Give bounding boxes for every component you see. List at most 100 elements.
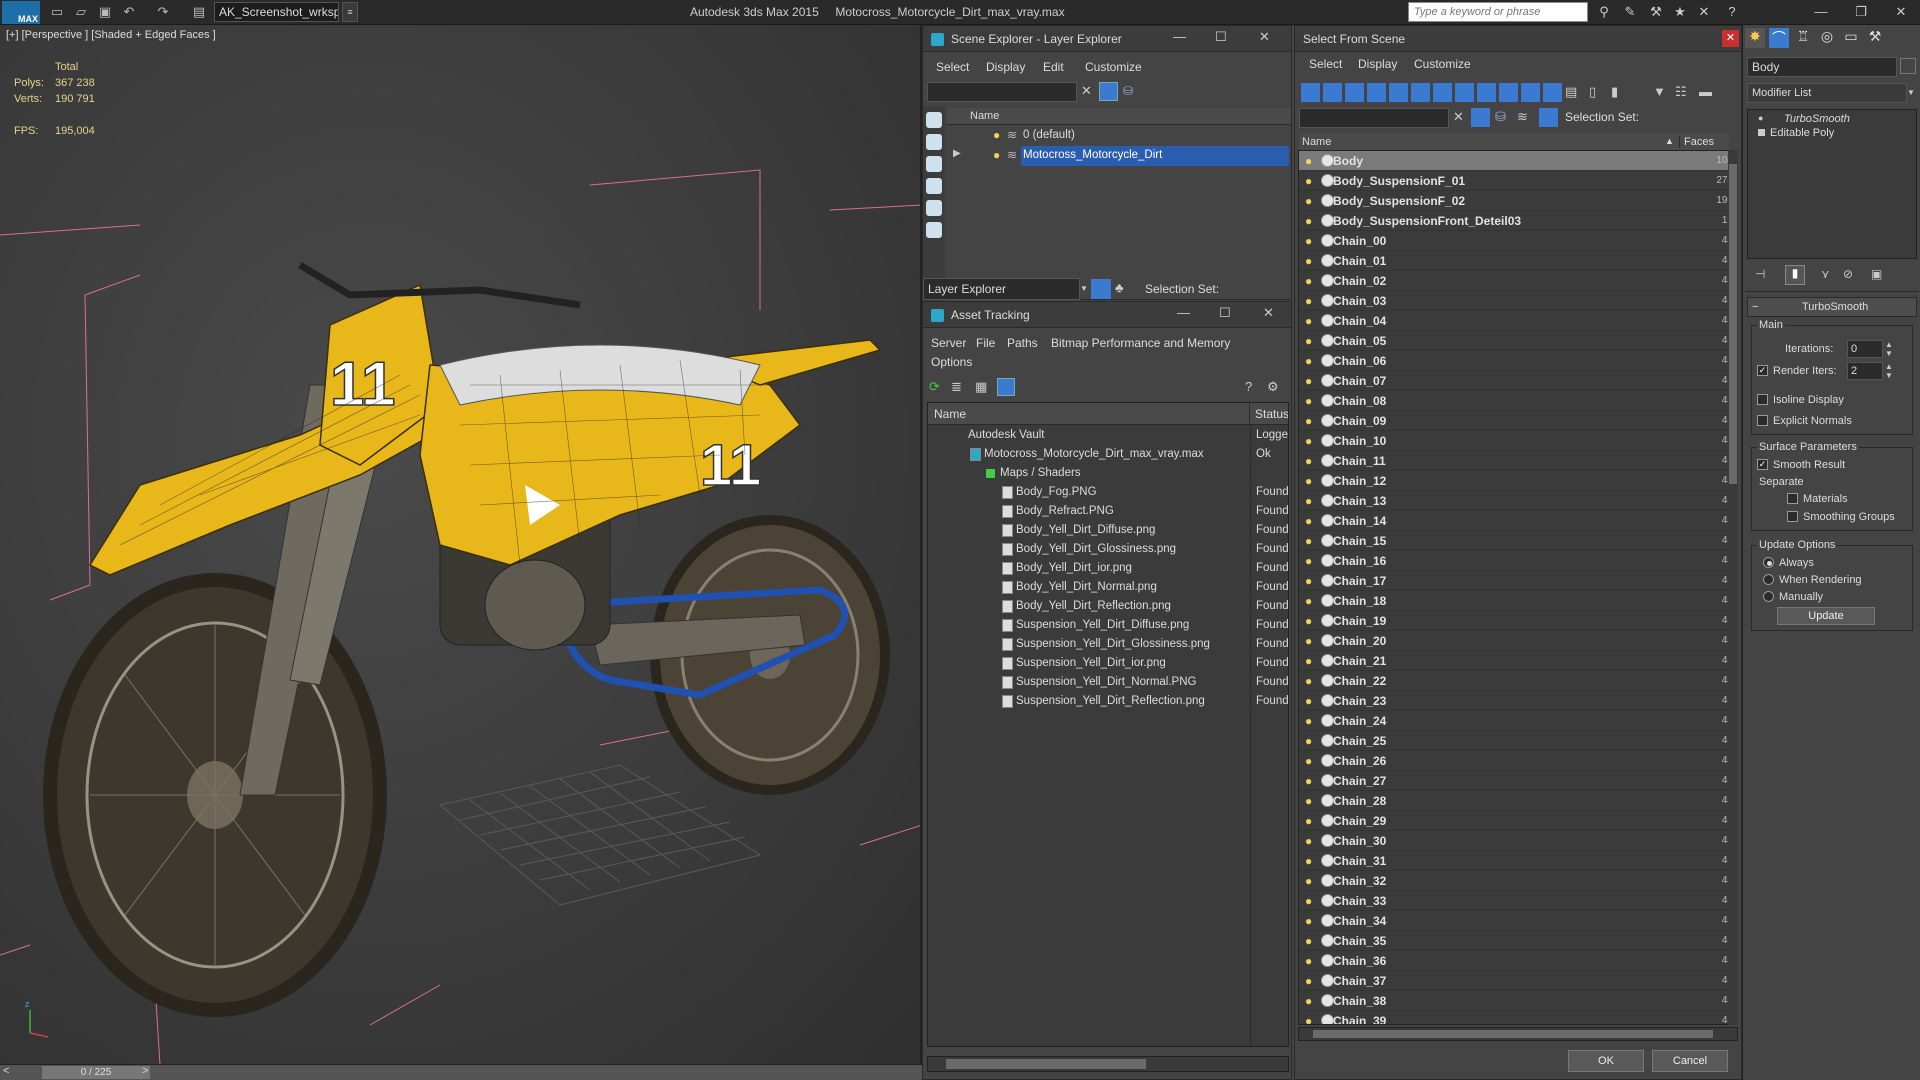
exchange-icon[interactable]: ✕ [1694, 3, 1714, 21]
scene-object-row[interactable]: ● Body_SuspensionF_01 278 [1299, 171, 1737, 191]
asset-row[interactable]: Body_Yell_Dirt_Reflection.png Found [928, 597, 1288, 616]
layer-view-icon[interactable] [1091, 279, 1111, 299]
scene-object-row[interactable]: ●Chain_0145 [1299, 251, 1737, 271]
workspace-select[interactable]: AK_Screenshot_wrksp [214, 2, 339, 22]
scene-object-row[interactable]: ●Chain_1045 [1299, 431, 1737, 451]
object-color-swatch[interactable] [1900, 58, 1916, 74]
display-cameras-icon[interactable] [926, 178, 942, 194]
scene-object-row[interactable]: ●Chain_3445 [1299, 911, 1737, 931]
asset-close-icon[interactable]: ✕ [1263, 305, 1274, 321]
explorer-type-dropdown[interactable]: Layer Explorer [923, 278, 1080, 300]
light-bulb-icon[interactable]: ● [1305, 294, 1312, 308]
light-bulb-icon[interactable]: ● [1305, 474, 1312, 488]
render-iters-spinner[interactable]: 2 [1847, 362, 1883, 380]
asset-row[interactable]: Body_Yell_Dirt_Glossiness.png Found [928, 540, 1288, 559]
asset-row[interactable]: Maps / Shaders [928, 464, 1288, 483]
time-slider[interactable]: < 0 / 225 > [0, 1064, 922, 1080]
asset-row[interactable]: Suspension_Yell_Dirt_Reflection.png Found [928, 692, 1288, 711]
scrollbar-thumb[interactable] [1729, 164, 1737, 484]
filter-icon[interactable] [1099, 82, 1118, 101]
scene-object-row[interactable]: ●Chain_3745 [1299, 971, 1737, 991]
scene-object-row[interactable]: ●Chain_3145 [1299, 851, 1737, 871]
workspace-dropdown-icon[interactable]: ≡ [342, 2, 358, 22]
light-bulb-icon[interactable]: ● [1305, 654, 1312, 668]
display-bones-icon[interactable] [1477, 83, 1496, 102]
light-bulb-icon[interactable]: ● [1305, 754, 1312, 768]
asset-minimize-icon[interactable]: — [1177, 305, 1190, 320]
display-lights-icon[interactable] [926, 156, 942, 172]
light-bulb-icon[interactable]: ● [1305, 974, 1312, 988]
motion-tab-icon[interactable]: ◎ [1817, 28, 1837, 48]
light-bulb-icon[interactable]: ● [1305, 1014, 1312, 1024]
help-icon[interactable]: ? [1722, 3, 1742, 21]
thumbnail-view-icon[interactable]: ▦ [975, 379, 987, 395]
light-bulb-icon[interactable]: ● [1305, 214, 1312, 228]
stack-item-editable-poly[interactable]: Editable Poly [1770, 127, 1834, 139]
list-view-icon[interactable]: ≣ [951, 379, 962, 395]
display-geometry-icon[interactable] [1301, 83, 1320, 102]
asset-row[interactable]: Body_Yell_Dirt_Normal.png Found [928, 578, 1288, 597]
asset-row[interactable]: Body_Refract.PNG Found [928, 502, 1288, 521]
asset-row[interactable]: Motocross_Motorcycle_Dirt_max_vray.max Ok [928, 445, 1288, 464]
light-bulb-icon[interactable]: ● [1305, 614, 1312, 628]
menu-select[interactable]: Select [936, 60, 969, 74]
light-bulb-icon[interactable]: ● [1305, 414, 1312, 428]
light-bulb-icon[interactable]: ● [1305, 454, 1312, 468]
display-helpers-icon[interactable] [926, 200, 942, 216]
show-end-result-icon[interactable]: ▮ [1785, 265, 1805, 285]
render-iters-checkbox[interactable]: ✓ [1757, 365, 1768, 376]
display-none-icon[interactable]: ▯ [1589, 84, 1596, 100]
light-bulb-icon[interactable]: ● [1305, 794, 1312, 808]
scene-object-row[interactable]: ●Chain_3245 [1299, 871, 1737, 891]
light-bulb-icon[interactable]: ● [1305, 154, 1312, 168]
refresh-icon[interactable]: ⟳ [929, 379, 940, 395]
pin-stack-icon[interactable]: ⊣ [1755, 267, 1765, 281]
perspective-viewport[interactable]: [+] [Perspective ] [Shaded + Edged Faces… [0, 25, 922, 1065]
light-bulb-icon[interactable]: ● [1305, 734, 1312, 748]
display-xrefs-icon[interactable] [1455, 83, 1474, 102]
asset-row[interactable]: Body_Yell_Dirt_ior.png Found [928, 559, 1288, 578]
menu-server[interactable]: Server [931, 336, 966, 350]
menu-file[interactable]: File [976, 336, 995, 350]
light-bulb-icon[interactable]: ● [1305, 374, 1312, 388]
undo-icon[interactable]: ↶ [120, 3, 138, 21]
layer-toggle-icon[interactable]: ≋ [1517, 109, 1528, 125]
render-iters-spinner-arrows-icon[interactable]: ▲ ▼ [1885, 362, 1893, 380]
scene-object-row[interactable]: ●Chain_0845 [1299, 391, 1737, 411]
scene-object-row[interactable]: ●Chain_3545 [1299, 931, 1737, 951]
asset-row[interactable]: Suspension_Yell_Dirt_Normal.PNG Found [928, 673, 1288, 692]
light-bulb-icon[interactable]: ● [1305, 894, 1312, 908]
hierarchy-tab-icon[interactable]: ♖ [1793, 28, 1813, 48]
invert-display-icon[interactable]: ▮ [1611, 84, 1618, 100]
display-hidden-icon[interactable] [1543, 83, 1562, 102]
expand-arrow-icon[interactable]: ▶ [953, 148, 961, 159]
remove-modifier-icon[interactable]: ⊘ [1843, 267, 1853, 281]
asset-column-name[interactable]: Name [928, 403, 1250, 425]
scene-object-row[interactable]: ●Chain_1445 [1299, 511, 1737, 531]
menu-options[interactable]: Options [931, 355, 972, 369]
asset-tracking-titlebar[interactable]: Asset Tracking [923, 302, 1291, 328]
asset-column-status[interactable]: Status [1250, 403, 1288, 425]
scene-object-row[interactable]: ●Chain_1145 [1299, 451, 1737, 471]
menu-select[interactable]: Select [1309, 57, 1342, 71]
panel-minimize-icon[interactable]: — [1173, 29, 1186, 44]
scene-object-row[interactable]: ●Chain_1745 [1299, 571, 1737, 591]
scene-object-row[interactable]: ●Chain_0745 [1299, 371, 1737, 391]
when-rendering-radio[interactable] [1763, 574, 1774, 585]
smooth-result-checkbox[interactable]: ✓ [1757, 459, 1768, 470]
light-bulb-icon[interactable]: ● [1305, 534, 1312, 548]
dialog-close-icon[interactable]: ✕ [1722, 30, 1739, 47]
scrollbar-thumb[interactable] [946, 1059, 1146, 1069]
light-bulb-icon[interactable]: ● [1305, 674, 1312, 688]
asset-row[interactable]: Suspension_Yell_Dirt_Glossiness.png Found [928, 635, 1288, 654]
light-bulb-icon[interactable]: ● [1305, 574, 1312, 588]
materials-checkbox[interactable] [1787, 493, 1798, 504]
asset-row[interactable]: Body_Yell_Dirt_Diffuse.png Found [928, 521, 1288, 540]
collapse-icon[interactable]: ▬ [1699, 84, 1712, 99]
scene-object-row[interactable]: ●Chain_1245 [1299, 471, 1737, 491]
menu-edit[interactable]: Edit [1043, 60, 1064, 74]
scene-vertical-scrollbar[interactable] [1728, 150, 1738, 1025]
binoculars-icon[interactable]: ⚲ [1594, 3, 1614, 21]
make-unique-icon[interactable]: ⋎ [1821, 267, 1830, 281]
display-lights-icon[interactable] [1345, 83, 1364, 102]
